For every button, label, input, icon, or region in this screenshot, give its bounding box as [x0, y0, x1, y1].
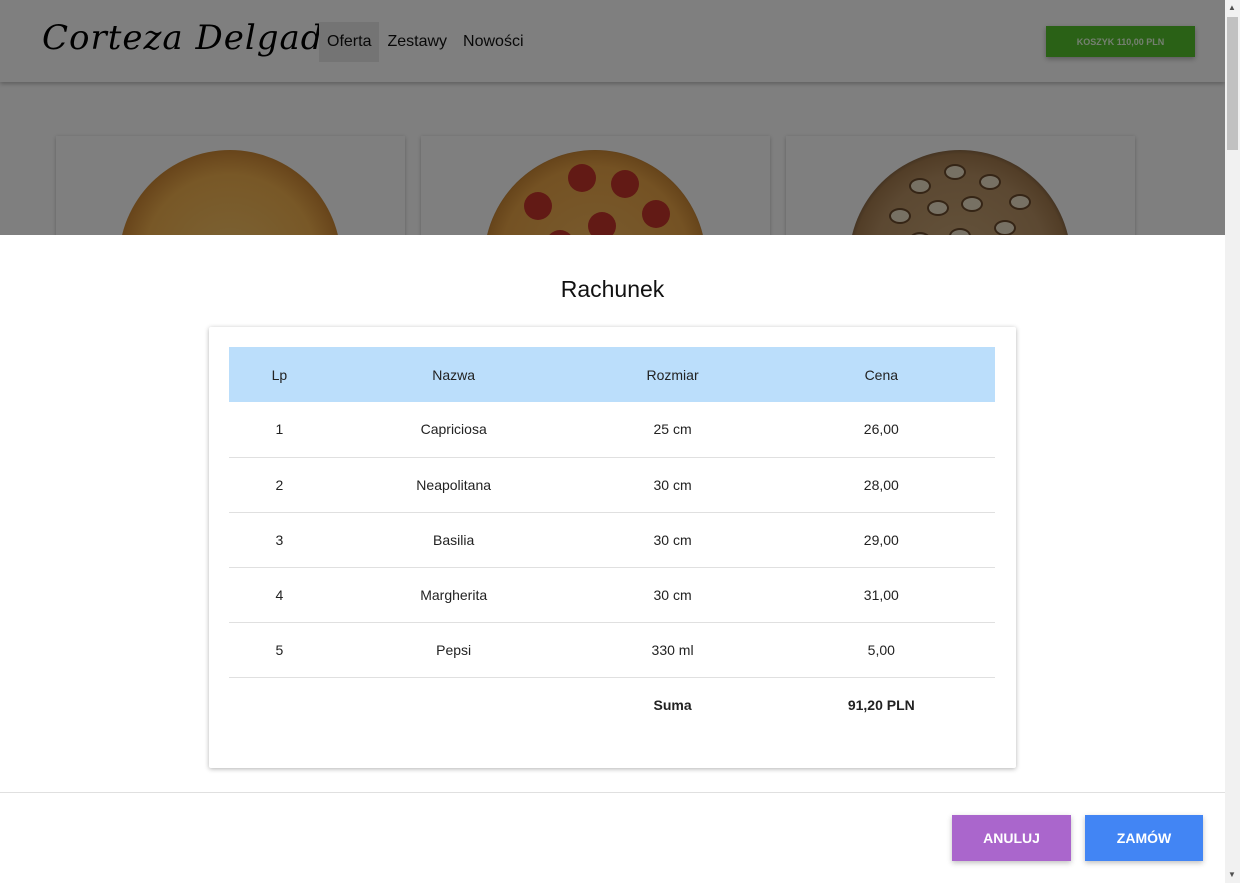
bill-table: Lp Nazwa Rozmiar Cena 1 Capriciosa 25 cm…	[229, 347, 995, 732]
cell-price: 26,00	[863, 421, 899, 438]
bill-table-card: Lp Nazwa Rozmiar Cena 1 Capriciosa 25 cm…	[209, 327, 1016, 768]
modal-title: Rachunek	[560, 276, 665, 302]
cell-price: 5,00	[867, 641, 895, 658]
bill-modal: Rachunek Lp Nazwa Rozmiar Cena 1 Caprici…	[0, 235, 1225, 883]
sum-label: Suma	[653, 696, 692, 713]
modal-footer: ANULUJ ZAMÓW	[0, 792, 1225, 884]
cell-price: 29,00	[863, 531, 899, 548]
cell-name: Basilia	[433, 531, 475, 548]
table-row: 1 Capriciosa 25 cm 26,00	[229, 402, 995, 457]
table-header-row: Lp Nazwa Rozmiar Cena	[229, 347, 995, 402]
column-header-lp: Lp	[271, 366, 288, 383]
cell-size: 30 cm	[653, 476, 692, 493]
cell-empty	[229, 677, 330, 732]
order-button[interactable]: ZAMÓW	[1085, 815, 1203, 861]
column-header-rozmiar: Rozmiar	[646, 366, 699, 383]
cell-lp: 1	[275, 421, 284, 438]
sum-value: 91,20 PLN	[847, 696, 915, 713]
page-scrollbar[interactable]: ▲ ▼	[1225, 0, 1240, 883]
column-header-cena: Cena	[864, 366, 899, 383]
cancel-button[interactable]: ANULUJ	[952, 815, 1071, 861]
scroll-up-icon[interactable]: ▲	[1228, 3, 1236, 12]
cell-size: 330 ml	[651, 641, 694, 658]
cell-size: 30 cm	[653, 531, 692, 548]
cell-price: 31,00	[863, 586, 899, 603]
cell-name: Neapolitana	[416, 476, 492, 493]
cell-name: Capriciosa	[420, 421, 487, 438]
sum-row: Suma 91,20 PLN	[229, 677, 995, 732]
cell-price: 28,00	[863, 476, 899, 493]
cell-lp: 5	[275, 641, 284, 658]
table-row: 5 Pepsi 330 ml 5,00	[229, 622, 995, 677]
cell-lp: 2	[275, 476, 284, 493]
cell-size: 25 cm	[653, 421, 692, 438]
cell-empty	[330, 677, 578, 732]
cell-name: Pepsi	[436, 641, 472, 658]
cell-name: Margherita	[420, 586, 488, 603]
scroll-thumb[interactable]	[1227, 17, 1238, 150]
cell-lp: 4	[275, 586, 284, 603]
table-row: 3 Basilia 30 cm 29,00	[229, 512, 995, 567]
column-header-nazwa: Nazwa	[432, 366, 476, 383]
cell-lp: 3	[275, 531, 284, 548]
cell-size: 30 cm	[653, 586, 692, 603]
table-row: 2 Neapolitana 30 cm 28,00	[229, 457, 995, 512]
scroll-down-icon[interactable]: ▼	[1228, 870, 1236, 879]
table-row: 4 Margherita 30 cm 31,00	[229, 567, 995, 622]
